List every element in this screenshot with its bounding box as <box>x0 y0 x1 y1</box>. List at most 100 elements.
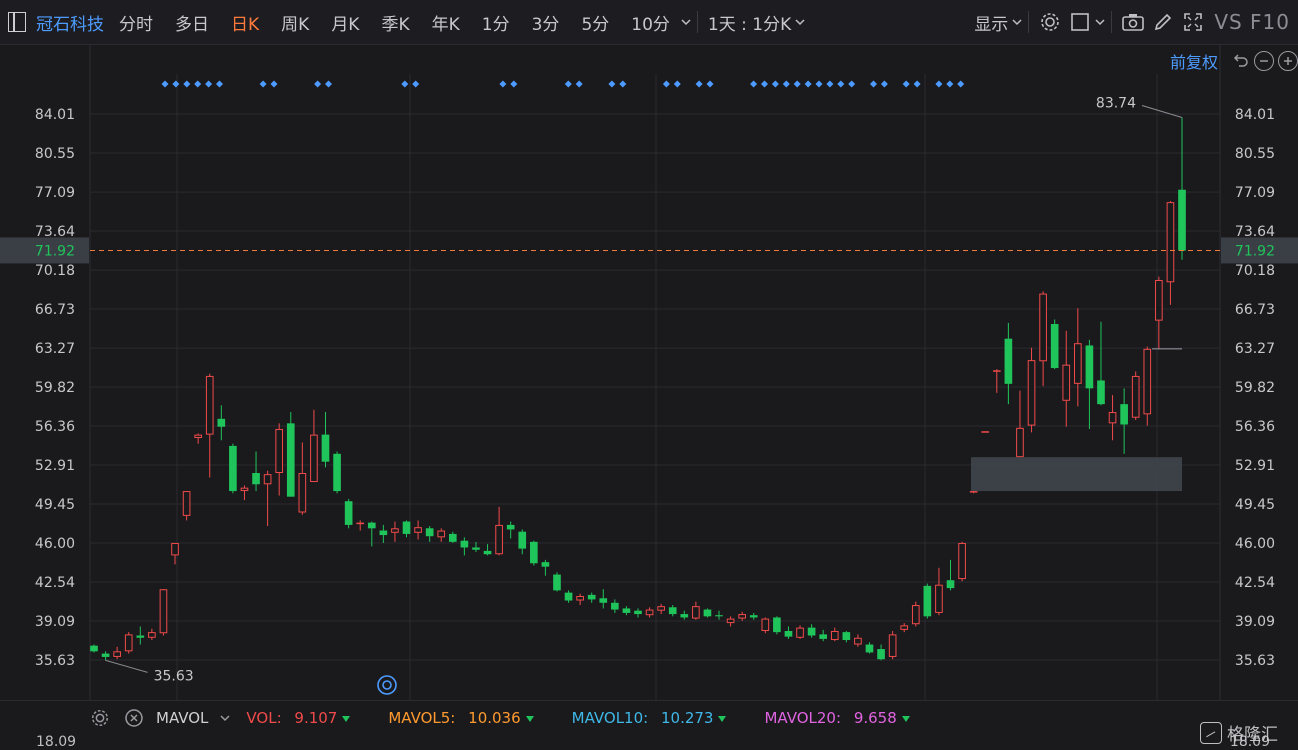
candlestick-chart[interactable]: 71.92 71.92 83.74 35.63 84.01 84.01 80.55 80.5… <box>0 44 1298 700</box>
candle-body <box>356 522 365 525</box>
candle-body <box>229 445 237 492</box>
display-menu[interactable]: 显示 <box>970 10 1012 35</box>
mavol10-readout: MAVOL10: 10.273 <box>572 709 727 727</box>
close-icon[interactable] <box>124 708 144 728</box>
signal-dot <box>771 80 779 88</box>
layout-square-icon[interactable] <box>1065 7 1095 37</box>
candle-body <box>726 618 735 624</box>
signal-dot <box>619 80 627 88</box>
gear-icon[interactable] <box>1035 7 1065 37</box>
event-marker-core <box>382 680 392 690</box>
candle-body <box>344 501 353 525</box>
signal-dot <box>880 80 888 88</box>
candle-body <box>541 562 550 567</box>
tab-10min[interactable]: 10分 <box>620 10 681 35</box>
signal-dot <box>837 80 845 88</box>
fullscreen-icon[interactable] <box>1178 7 1208 37</box>
tab-weekly-k[interactable]: 周K <box>270 10 320 35</box>
mavol10-label: MAVOL10: <box>571 709 649 727</box>
y-tick-label: 39.09 <box>35 614 75 630</box>
event-marker-icon[interactable] <box>377 675 397 695</box>
candle-body <box>1143 348 1152 415</box>
tab-multi-day[interactable]: 多日 <box>164 10 220 35</box>
candle-body <box>819 634 828 639</box>
candles <box>90 117 1186 661</box>
candle-body <box>205 375 214 435</box>
y-tick-label: 42.54 <box>35 575 75 591</box>
current-price-label-right: 71.92 <box>1235 243 1275 259</box>
camera-icon[interactable] <box>1118 7 1148 37</box>
candle-body <box>877 649 885 660</box>
signal-dot <box>706 80 714 88</box>
y-tick-label: 63.27 <box>35 341 75 357</box>
candle-body <box>900 625 909 630</box>
candle-body <box>275 428 284 473</box>
chevron-down-icon[interactable] <box>220 713 230 723</box>
y-tick-label-right: 59.82 <box>1235 380 1275 396</box>
candle-body <box>645 609 654 616</box>
chevron-down-icon[interactable] <box>681 17 691 27</box>
min-label-leader <box>105 659 148 673</box>
candle-body <box>773 617 781 633</box>
chevron-down-icon[interactable] <box>1012 17 1022 27</box>
signal-dot <box>161 80 169 88</box>
candle-body <box>807 627 816 636</box>
candle-body <box>1062 364 1071 401</box>
candle-body <box>946 580 955 589</box>
signal-dot <box>902 80 910 88</box>
tab-yearly-k[interactable]: 年K <box>421 10 471 35</box>
y-tick-label-right: 66.73 <box>1235 302 1275 318</box>
y-tick-label-right: 35.63 <box>1235 653 1275 669</box>
vol-axis-label: 18.09 <box>36 734 77 750</box>
tab-intraday[interactable]: 分时 <box>108 10 164 35</box>
y-tick-label: 35.63 <box>35 653 75 669</box>
candle-body <box>333 453 341 492</box>
candle-body <box>911 605 920 625</box>
watermark-text: 格隆汇 <box>1227 725 1278 745</box>
candle-body <box>738 614 746 619</box>
vol-label: VOL: <box>246 709 282 727</box>
signal-dot <box>662 80 670 88</box>
pencil-icon[interactable] <box>1148 7 1178 37</box>
vs-f10-button[interactable]: VS F10 <box>1214 10 1290 34</box>
candle-body <box>171 542 179 556</box>
tab-monthly-k[interactable]: 月K <box>320 10 370 35</box>
candle-body <box>1074 343 1082 384</box>
chevron-down-icon[interactable] <box>1095 17 1105 27</box>
candle-body <box>1097 380 1105 405</box>
mavol10-value: 10.273 <box>660 709 714 727</box>
candle-body <box>263 474 272 485</box>
tab-quarterly-k[interactable]: 季K <box>370 10 420 35</box>
gear-icon[interactable] <box>90 708 110 728</box>
tab-3min[interactable]: 3分 <box>521 10 571 35</box>
stock-name[interactable]: 冠石科技 <box>36 10 104 35</box>
y-tick-label-right: 84.01 <box>1235 107 1275 123</box>
candle-body <box>761 618 770 631</box>
tab-1min[interactable]: 1分 <box>471 10 521 35</box>
y-tick-label-right: 77.09 <box>1235 185 1275 201</box>
signal-dot <box>870 80 877 88</box>
max-label-leader <box>1141 105 1183 118</box>
panel-toggle-icon[interactable] <box>8 12 26 32</box>
vol-readout: VOL: 9.107 <box>246 709 351 727</box>
down-triangle-icon <box>342 715 351 722</box>
candle-body <box>611 602 619 610</box>
divider <box>1111 11 1113 33</box>
timeframe-select[interactable]: 1天 : 1分K <box>704 10 795 35</box>
indicator-bar: MAVOL VOL: 9.107 MAVOL5: 10.036 MAVOL10:… <box>0 700 1298 735</box>
candle-body <box>367 522 376 529</box>
candle-body <box>113 651 121 657</box>
tab-5min[interactable]: 5分 <box>570 10 620 35</box>
candle-body <box>217 418 226 427</box>
selection-box <box>971 457 1182 492</box>
tab-daily-k[interactable]: 日K <box>220 10 270 35</box>
max-price-label: 83.74 <box>1096 95 1136 111</box>
mavol20-value: 9.658 <box>853 709 897 727</box>
candle-body <box>101 653 110 657</box>
indicator-name[interactable]: MAVOL <box>156 709 208 727</box>
candle-body <box>1166 202 1175 283</box>
candle-body <box>124 634 133 652</box>
chevron-down-icon[interactable] <box>795 17 805 27</box>
signal-dot <box>499 80 507 88</box>
signal-dots <box>161 80 965 88</box>
